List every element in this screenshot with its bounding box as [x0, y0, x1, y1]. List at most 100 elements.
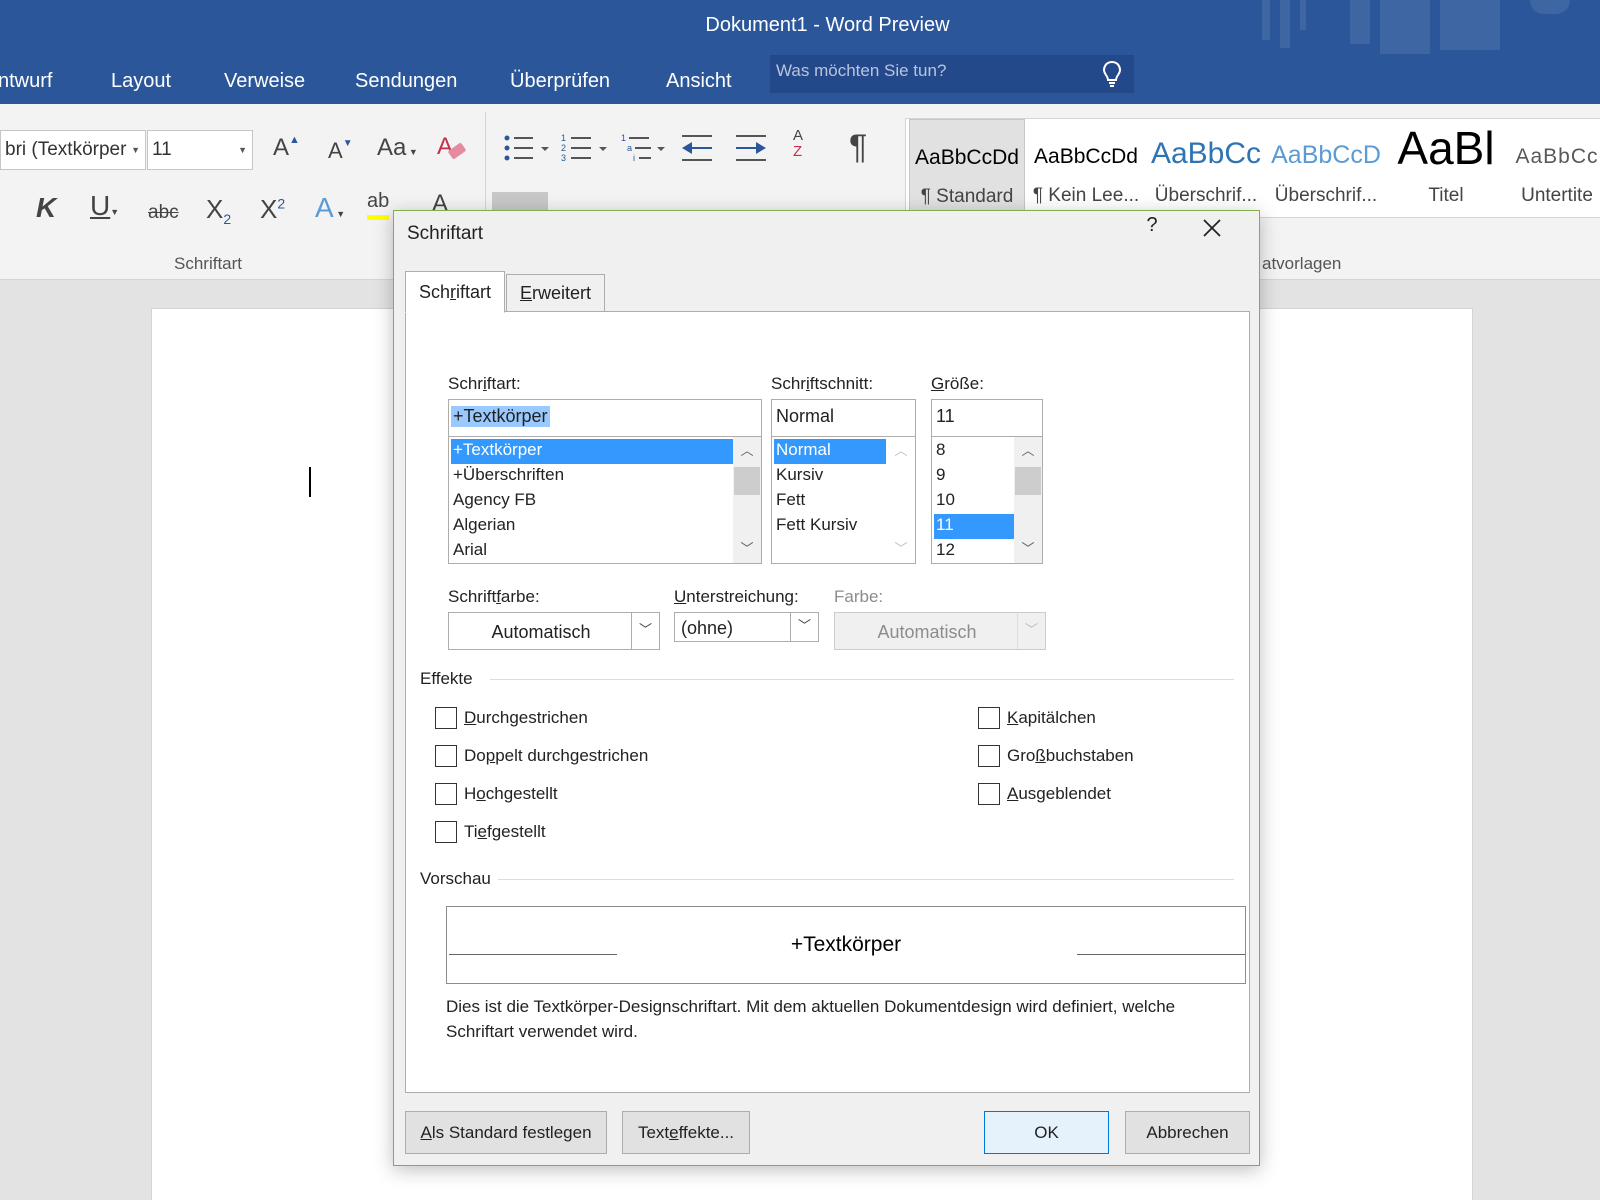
checkbox-label[interactable]: Kapitälchen: [1007, 708, 1096, 728]
list-item[interactable]: 10: [934, 489, 957, 514]
chevron-down-icon[interactable]: ﹀: [887, 537, 915, 561]
checkbox-label[interactable]: Tiefgestellt: [464, 822, 546, 842]
checkbox-strikethrough[interactable]: [435, 707, 457, 729]
decrease-indent-icon[interactable]: [680, 132, 716, 166]
chevron-up-icon[interactable]: ︿: [733, 439, 761, 463]
cancel-button[interactable]: Abbrechen: [1125, 1111, 1250, 1154]
checkbox-all-caps[interactable]: [978, 745, 1000, 767]
tab-ueberpruefen[interactable]: Überprüfen: [510, 70, 610, 93]
font-size-combo[interactable]: 11 ▼: [147, 130, 253, 170]
checkbox-label[interactable]: Hochgestellt: [464, 784, 558, 804]
checkbox-subscript[interactable]: [435, 821, 457, 843]
checkbox-hidden[interactable]: [978, 783, 1000, 805]
list-item[interactable]: 8: [934, 439, 947, 464]
sort-button[interactable]: A Z: [793, 128, 803, 160]
group-label-styles: atvorlagen: [1262, 254, 1342, 273]
tab-entwurf[interactable]: ntwurf: [0, 70, 52, 93]
checkbox-small-caps[interactable]: [978, 707, 1000, 729]
close-icon[interactable]: [1197, 213, 1227, 243]
list-item[interactable]: Fett: [774, 489, 807, 514]
font-name-list[interactable]: +Textkörper +Überschriften Agency FB Alg…: [448, 436, 762, 564]
tab-layout[interactable]: Layout: [111, 70, 171, 93]
checkbox-double-strikethrough[interactable]: [435, 745, 457, 767]
style-heading-2[interactable]: AaBbCcD Überschrif...: [1267, 119, 1385, 219]
font-color-select[interactable]: Automatisch ﹀: [448, 612, 660, 650]
style-name: Überschrif...: [1274, 185, 1378, 206]
scrollbar-thumb[interactable]: [734, 467, 760, 495]
highlight-button[interactable]: ab: [367, 190, 390, 220]
subscript-button[interactable]: X2: [206, 194, 231, 227]
font-name-value: bri (Textkörper: [5, 139, 127, 160]
help-button[interactable]: ?: [1137, 214, 1167, 244]
font-style-list[interactable]: Normal Kursiv Fett Fett Kursiv ︿ ﹀: [771, 436, 916, 564]
font-name-combo[interactable]: bri (Textkörper ▼: [0, 130, 146, 170]
search-box[interactable]: Was möchten Sie tun?: [770, 55, 1134, 93]
grow-font-button[interactable]: A▲: [273, 134, 300, 162]
font-style-input[interactable]: Normal: [771, 399, 916, 437]
style-no-spacing[interactable]: AaBbCcDd ¶ Kein Lee...: [1027, 119, 1145, 219]
multilevel-list-icon[interactable]: 1 a i: [621, 132, 671, 166]
ok-button[interactable]: OK: [984, 1111, 1109, 1154]
change-case-button[interactable]: Aa ▼: [377, 134, 418, 162]
chevron-up-icon[interactable]: ︿: [887, 439, 915, 463]
list-item[interactable]: 11: [934, 514, 1014, 539]
text-effects-button[interactable]: A ▼: [315, 192, 345, 224]
strikethrough-button[interactable]: abc: [148, 202, 179, 224]
checkbox-label[interactable]: Durchgestrichen: [464, 708, 588, 728]
show-formatting-button[interactable]: ¶: [849, 128, 867, 167]
list-item[interactable]: 9: [934, 464, 947, 489]
shrink-font-button[interactable]: A▼: [328, 138, 353, 164]
font-name-input-value: +Textkörper: [451, 406, 550, 427]
scrollbar[interactable]: ︿ ﹀: [887, 437, 915, 563]
clear-formatting-button[interactable]: A: [435, 130, 469, 164]
tab-verweise[interactable]: Verweise: [224, 70, 305, 93]
numbering-icon[interactable]: 1 2 3: [561, 132, 611, 166]
checkbox-label[interactable]: Großbuchstaben: [1007, 746, 1134, 766]
label-text: arbe:: [500, 587, 540, 606]
chevron-down-icon[interactable]: ﹀: [1014, 537, 1042, 561]
tab-font[interactable]: Schriftart: [405, 271, 506, 313]
list-item[interactable]: 12: [934, 539, 957, 563]
list-item[interactable]: Arial: [451, 539, 489, 563]
list-item[interactable]: Normal: [774, 439, 886, 464]
scrollbar-thumb[interactable]: [1015, 467, 1041, 495]
list-item[interactable]: Agency FB: [451, 489, 538, 514]
font-size-list[interactable]: 8 9 10 11 12 ︿ ﹀: [931, 436, 1043, 564]
underline-button[interactable]: U ▼: [90, 190, 119, 222]
font-size-input[interactable]: 11: [931, 399, 1043, 437]
increase-indent-icon[interactable]: [734, 132, 770, 166]
list-item[interactable]: +Überschriften: [451, 464, 566, 489]
chevron-down-icon[interactable]: ﹀: [733, 537, 761, 561]
underline-style-select[interactable]: (ohne) ﹀: [674, 612, 819, 642]
underline-style-value: (ohne): [681, 618, 734, 638]
checkbox-superscript[interactable]: [435, 783, 457, 805]
bullets-icon[interactable]: [503, 132, 553, 166]
font-name-input[interactable]: +Textkörper: [448, 399, 762, 437]
style-title[interactable]: AaBl Titel: [1387, 119, 1505, 219]
chevron-down-icon[interactable]: ﹀: [631, 613, 659, 649]
list-item[interactable]: +Textkörper: [451, 439, 733, 464]
chevron-down-icon: ﹀: [1017, 613, 1045, 649]
bold-button[interactable]: K: [36, 192, 56, 224]
label-accesskey: D: [464, 708, 477, 727]
tab-advanced[interactable]: Erweitert: [506, 274, 606, 312]
text-effects-dialog-button[interactable]: Texteffekte...: [622, 1111, 750, 1154]
superscript-button[interactable]: X2: [260, 194, 285, 225]
style-subtitle[interactable]: AaBbCc Untertite: [1507, 119, 1600, 219]
list-item[interactable]: Kursiv: [774, 464, 825, 489]
checkbox-label[interactable]: Ausgeblendet: [1007, 784, 1111, 804]
style-heading-1[interactable]: AaBbCc Überschrif...: [1147, 119, 1265, 219]
style-standard[interactable]: AaBbCcDd ¶ Standard: [909, 119, 1025, 219]
style-name: ¶ Standard: [920, 186, 1014, 207]
label-text: buchstaben: [1045, 746, 1134, 765]
chevron-down-icon[interactable]: ﹀: [790, 613, 818, 641]
set-as-default-button[interactable]: Als Standard festlegen: [405, 1111, 607, 1154]
scrollbar[interactable]: ︿ ﹀: [733, 437, 761, 563]
tab-sendungen[interactable]: Sendungen: [355, 70, 457, 93]
checkbox-label[interactable]: Doppelt durchgestrichen: [464, 746, 648, 766]
list-item[interactable]: Algerian: [451, 514, 517, 539]
scrollbar[interactable]: ︿ ﹀: [1014, 437, 1042, 563]
list-item[interactable]: Fett Kursiv: [774, 514, 859, 539]
tab-ansicht[interactable]: Ansicht: [666, 70, 732, 93]
chevron-up-icon[interactable]: ︿: [1014, 439, 1042, 463]
